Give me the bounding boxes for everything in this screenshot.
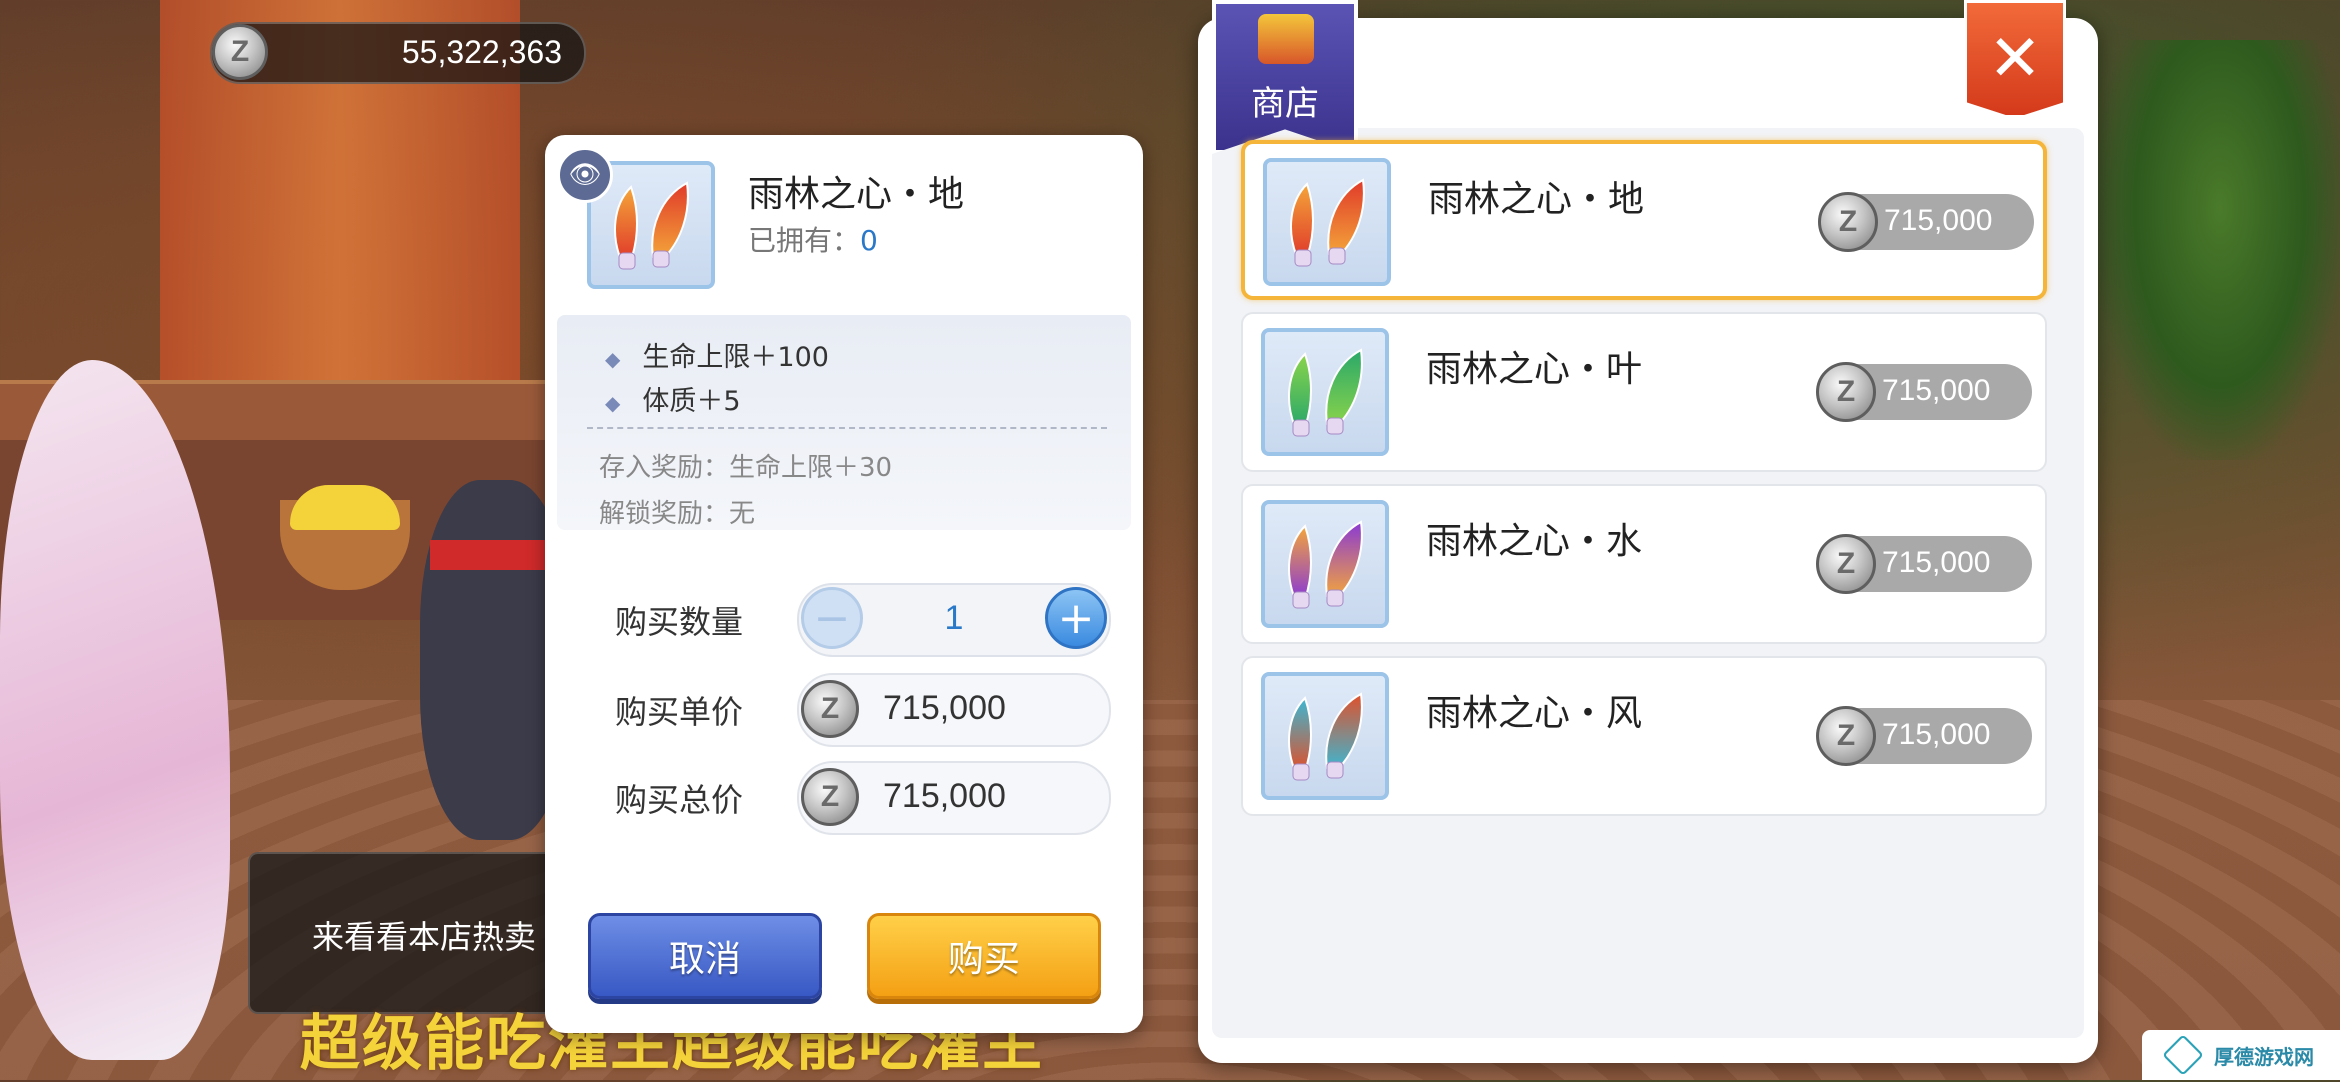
unit-price-label: 购买单价 [615,693,744,731]
feather-shape [614,185,638,261]
shop-item-row[interactable]: 雨林之心・地 Z 715,000 [1241,140,2047,300]
feather-shape [1325,692,1363,772]
zeny-coin-icon: Z [801,680,859,738]
diamond-bullet-icon: ◆ [605,347,621,371]
zeny-coin-icon: Z [801,768,859,826]
unlock-reward: 解锁奖励：无 [599,499,756,529]
unit-price-field: Z 715,000 [797,673,1111,747]
currency-bar: Z 55,322,363 [210,22,586,84]
feather-cap [1326,417,1344,435]
zeny-coin-icon: Z [212,24,268,80]
feather-shape [1290,182,1314,258]
npc-speech-bubble: 来看看本店热卖 [248,852,572,1014]
zeny-coin-icon: Z [1816,706,1876,766]
shop-item-price: Z 715,000 [1816,706,2032,766]
shop-item-name: 雨林之心・地 [1428,179,1645,220]
stat-row: ◆ 体质＋5 [605,379,741,418]
feather-cap [1294,249,1312,267]
feather-shape [1288,696,1312,772]
shop-item-row[interactable]: 雨林之心・风 Z 715,000 [1241,656,2047,816]
item-name: 雨林之心・地 [748,174,965,215]
owned-count: 0 [860,224,878,257]
feather-shape [1325,520,1363,600]
watermark-text: 厚德游戏网 [2214,1044,2314,1069]
item-icon-frame [1261,672,1389,800]
stat-text: 体质＋5 [642,386,741,417]
feather-cap [652,250,670,268]
purchase-detail-panel: 👁 雨林之心・地 已拥有：0 ◆ 生命上限＋100 ◆ 体质＋5 存入奖励：生命上限… [545,135,1143,1033]
shop-item-price-value: 715,000 [1882,718,1991,751]
close-icon: ✕ [1988,22,2042,96]
stat-text: 生命上限＋100 [642,342,829,373]
stats-divider [587,427,1107,429]
item-stats-box: ◆ 生命上限＋100 ◆ 体质＋5 存入奖励：生命上限＋30 解锁奖励：无 [557,315,1131,530]
shop-item-price-value: 715,000 [1884,204,1993,237]
unit-price-value: 715,000 [883,689,1006,727]
cancel-button[interactable]: 取消 [588,913,822,999]
jungle-foliage [2100,40,2340,460]
total-price-value: 715,000 [883,777,1006,815]
zeny-coin-icon: Z [1816,534,1876,594]
feather-shape [1288,352,1312,428]
shop-item-name: 雨林之心・水 [1426,521,1643,562]
feather-cap [618,252,636,270]
feather-icon [1288,692,1363,781]
currency-amount: 55,322,363 [401,34,562,70]
quantity-label: 购买数量 [615,603,744,641]
zeny-coin-icon: Z [1818,192,1878,252]
eye-icon[interactable]: 👁 [557,147,613,203]
feather-shape [1325,348,1363,428]
shop-item-price-value: 715,000 [1882,374,1991,407]
feather-cap [1326,761,1344,779]
shop-item-price: Z 715,000 [1818,192,2034,252]
diamond-bullet-icon: ◆ [605,391,621,415]
feather-cap [1292,763,1310,781]
owned-count-row: 已拥有：0 [748,219,878,259]
shop-item-name: 雨林之心・风 [1426,693,1643,734]
deposit-reward: 存入奖励：生命上限＋30 [599,453,893,483]
feather-cap [1292,591,1310,609]
item-icon-frame [1261,500,1389,628]
feather-icon [1288,520,1363,609]
shop-item-name: 雨林之心・叶 [1426,349,1643,390]
feather-icon [1288,348,1363,437]
site-watermark: 厚德游戏网 [2142,1030,2340,1080]
item-icon-frame [1261,328,1389,456]
shop-stall-icon [1258,14,1314,64]
feather-cap [1326,589,1344,607]
quantity-stepper: − 1 + [797,583,1111,657]
feather-shape [1327,178,1365,258]
zeny-coin-icon: Z [1816,362,1876,422]
shop-item-row[interactable]: 雨林之心・水 Z 715,000 [1241,484,2047,644]
feather-icon [1290,178,1365,267]
feather-cap [1292,419,1310,437]
feather-shape [1288,524,1312,600]
feather-shape [651,181,689,261]
shop-item-price: Z 715,000 [1816,534,2032,594]
shop-title: 商店 [1251,84,1319,124]
total-price-label: 购买总价 [615,781,744,819]
npc-headband [430,540,560,570]
site-logo-icon [2162,1034,2204,1076]
buy-button[interactable]: 购买 [867,913,1101,999]
total-price-field: Z 715,000 [797,761,1111,835]
shop-item-row[interactable]: 雨林之心・叶 Z 715,000 [1241,312,2047,472]
feather-cap [1328,247,1346,265]
shop-item-price: Z 715,000 [1816,362,2032,422]
fruit-pile [290,485,400,530]
owned-label: 已拥有： [748,224,861,257]
item-icon-frame [1263,158,1391,286]
close-button[interactable]: ✕ [1964,0,2066,118]
increase-quantity-button[interactable]: + [1045,587,1107,649]
shop-item-price-value: 715,000 [1882,546,1991,579]
npc-speech-text: 来看看本店热卖 [312,918,537,956]
stat-row: ◆ 生命上限＋100 [605,335,829,374]
